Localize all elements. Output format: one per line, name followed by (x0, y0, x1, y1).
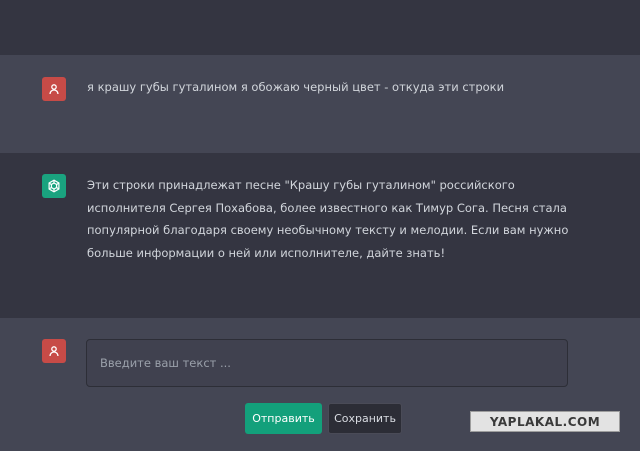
user-message-row: я крашу губы гуталином я обожаю черный ц… (0, 55, 640, 153)
watermark: YAPLAKAL.COM (470, 411, 620, 432)
top-spacer (0, 0, 640, 55)
assistant-message-row: Эти строки принадлежат песне "Крашу губы… (0, 153, 640, 318)
message-input[interactable] (100, 356, 567, 370)
user-avatar-icon (42, 339, 66, 363)
assistant-message-line: исполнителя Сергея Похабова, более извес… (87, 200, 567, 215)
assistant-message-line: больше информации о ней или исполнителе,… (87, 245, 446, 260)
user-avatar-icon (42, 77, 66, 101)
user-message-text: я крашу губы гуталином я обожаю черный ц… (87, 80, 505, 94)
save-button[interactable]: Сохранить (328, 403, 402, 434)
message-input-box[interactable] (86, 339, 568, 387)
assistant-message-line: популярной благодаря своему необычному т… (87, 223, 569, 237)
send-button[interactable]: Отправить (245, 403, 322, 434)
assistant-message-line: Эти строки принадлежат песне "Крашу губы… (87, 178, 515, 192)
openai-logo-icon (42, 174, 66, 198)
